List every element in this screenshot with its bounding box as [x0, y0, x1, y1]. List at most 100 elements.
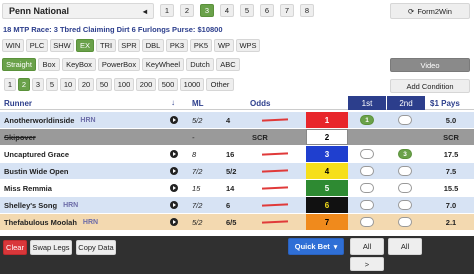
amount-500[interactable]: 500 — [158, 78, 178, 91]
table-row[interactable]: Anotherworldinside HRN 5/2 4 1 1 5.0 — [0, 112, 474, 128]
bet-type-win[interactable]: WIN — [2, 39, 24, 52]
race-tab-1[interactable]: 1 — [160, 4, 174, 17]
runner-name: Shelley's Song — [4, 200, 58, 210]
hrn-badge[interactable]: HRN — [80, 117, 95, 124]
amount-1000[interactable]: 1000 — [180, 78, 204, 91]
runner-name: Bustin Wide Open — [4, 166, 69, 176]
bet-type-pk5[interactable]: PK5 — [190, 39, 212, 52]
mode-powerbox[interactable]: PowerBox — [98, 58, 140, 71]
swap-legs-button[interactable]: Swap Legs — [30, 240, 72, 255]
race-tab-5[interactable]: 5 — [240, 4, 254, 17]
morning-line: 5/2 — [192, 115, 203, 125]
play-icon[interactable] — [170, 150, 178, 158]
all-second-button[interactable]: All — [388, 238, 422, 255]
amount-other[interactable]: Other — [206, 78, 234, 91]
mode-abc[interactable]: ABC — [216, 58, 240, 71]
amount-2[interactable]: 2 — [18, 78, 30, 91]
hrn-badge[interactable]: HRN — [83, 219, 98, 226]
first-select-toggle[interactable] — [360, 217, 374, 227]
all-first-button[interactable]: All — [350, 238, 384, 255]
amount-10[interactable]: 10 — [60, 78, 76, 91]
runner-name: Uncaptured Grace — [4, 149, 70, 159]
first-select-toggle[interactable] — [360, 200, 374, 210]
odds-trend-line — [261, 152, 289, 156]
table-row[interactable]: Uncaptured Grace 8 16 3 3 17.5 — [0, 146, 474, 162]
morning-line: 7/2 — [192, 166, 203, 176]
race-tab-2[interactable]: 2 — [180, 4, 194, 17]
play-icon[interactable] — [170, 218, 178, 226]
race-tab-3[interactable]: 3 — [200, 4, 214, 17]
header-odds: Odds — [250, 99, 271, 108]
play-icon[interactable] — [170, 167, 178, 175]
bet-type-wps[interactable]: WPS — [236, 39, 260, 52]
header-pays: $1 Pays — [430, 99, 460, 108]
race-tab-7[interactable]: 7 — [280, 4, 294, 17]
current-odds: 5/2 — [226, 166, 237, 176]
morning-line: - — [192, 132, 195, 142]
first-select-toggle[interactable] — [360, 149, 374, 159]
track-select[interactable]: Penn National ◂ — [2, 3, 154, 19]
odds-trend-line — [261, 118, 289, 122]
add-condition-button[interactable]: Add Condition — [390, 79, 470, 93]
payout: 15.5 — [443, 183, 459, 193]
amount-200[interactable]: 200 — [136, 78, 156, 91]
hrn-badge[interactable]: HRN — [63, 202, 78, 209]
post-position: 5 — [306, 180, 348, 196]
post-position: 1 — [306, 112, 348, 128]
video-button[interactable]: Video — [390, 58, 470, 72]
second-select-toggle[interactable] — [398, 115, 412, 125]
sort-arrow-icon[interactable]: ↓ — [171, 98, 175, 107]
second-select-toggle[interactable] — [398, 183, 412, 193]
amount-20[interactable]: 20 — [78, 78, 94, 91]
clear-button[interactable]: Clear — [3, 240, 27, 255]
current-odds: SCR — [252, 132, 268, 142]
payout: 2.1 — [445, 217, 457, 227]
first-select-toggle[interactable]: 1 — [360, 115, 374, 125]
amount-1[interactable]: 1 — [4, 78, 16, 91]
first-select-toggle[interactable] — [360, 166, 374, 176]
mode-keywheel[interactable]: KeyWheel — [142, 58, 184, 71]
refresh-icon: ⟳ — [408, 6, 415, 16]
mode-straight[interactable]: Straight — [2, 58, 36, 71]
mode-box[interactable]: Box — [38, 58, 60, 71]
current-odds: 14 — [226, 183, 235, 193]
second-select-toggle[interactable] — [398, 166, 412, 176]
play-icon[interactable] — [170, 116, 178, 124]
play-icon[interactable] — [170, 184, 178, 192]
bet-type-tri[interactable]: TRI — [96, 39, 116, 52]
bet-type-pk3[interactable]: PK3 — [166, 39, 188, 52]
table-row[interactable]: Miss Remmia 15 14 5 15.5 — [0, 180, 474, 196]
mode-dutch[interactable]: Dutch — [186, 58, 214, 71]
morning-line: 5/2 — [192, 217, 203, 227]
amount-50[interactable]: 50 — [96, 78, 112, 91]
bet-type-wp[interactable]: WP — [214, 39, 234, 52]
amount-5[interactable]: 5 — [46, 78, 58, 91]
quick-bet-button[interactable]: Quick Bet ▾ — [288, 238, 344, 255]
first-select-toggle[interactable] — [360, 183, 374, 193]
amount-3[interactable]: 3 — [32, 78, 44, 91]
mode-keybox[interactable]: KeyBox — [62, 58, 96, 71]
second-select-toggle[interactable]: 3 — [398, 149, 412, 159]
form2win-button[interactable]: ⟳ Form2Win — [390, 3, 470, 19]
table-row[interactable]: Thefabulous Moolah HRN 5/2 6/5 7 2.1 — [0, 214, 474, 230]
current-odds: 6/5 — [226, 217, 237, 227]
bet-type-spr[interactable]: SPR — [118, 39, 140, 52]
race-tab-6[interactable]: 6 — [260, 4, 274, 17]
play-icon[interactable] — [170, 201, 178, 209]
bet-type-ex[interactable]: EX — [76, 39, 94, 52]
table-row[interactable]: Bustin Wide Open 7/2 5/2 4 7.5 — [0, 163, 474, 179]
table-row[interactable]: Shelley's Song HRN 7/2 6 6 7.0 — [0, 197, 474, 213]
post-position: 3 — [306, 146, 348, 162]
copy-data-button[interactable]: Copy Data — [76, 240, 116, 255]
race-tab-8[interactable]: 8 — [300, 4, 314, 17]
race-tab-4[interactable]: 4 — [220, 4, 234, 17]
bet-type-plc[interactable]: PLC — [26, 39, 48, 52]
bet-type-shw[interactable]: SHW — [50, 39, 74, 52]
runner-name: Skipover — [4, 132, 36, 142]
next-button[interactable]: > — [350, 257, 384, 271]
second-select-toggle[interactable] — [398, 217, 412, 227]
morning-line: 7/2 — [192, 200, 203, 210]
bet-type-dbl[interactable]: DBL — [142, 39, 164, 52]
amount-100[interactable]: 100 — [114, 78, 134, 91]
second-select-toggle[interactable] — [398, 200, 412, 210]
